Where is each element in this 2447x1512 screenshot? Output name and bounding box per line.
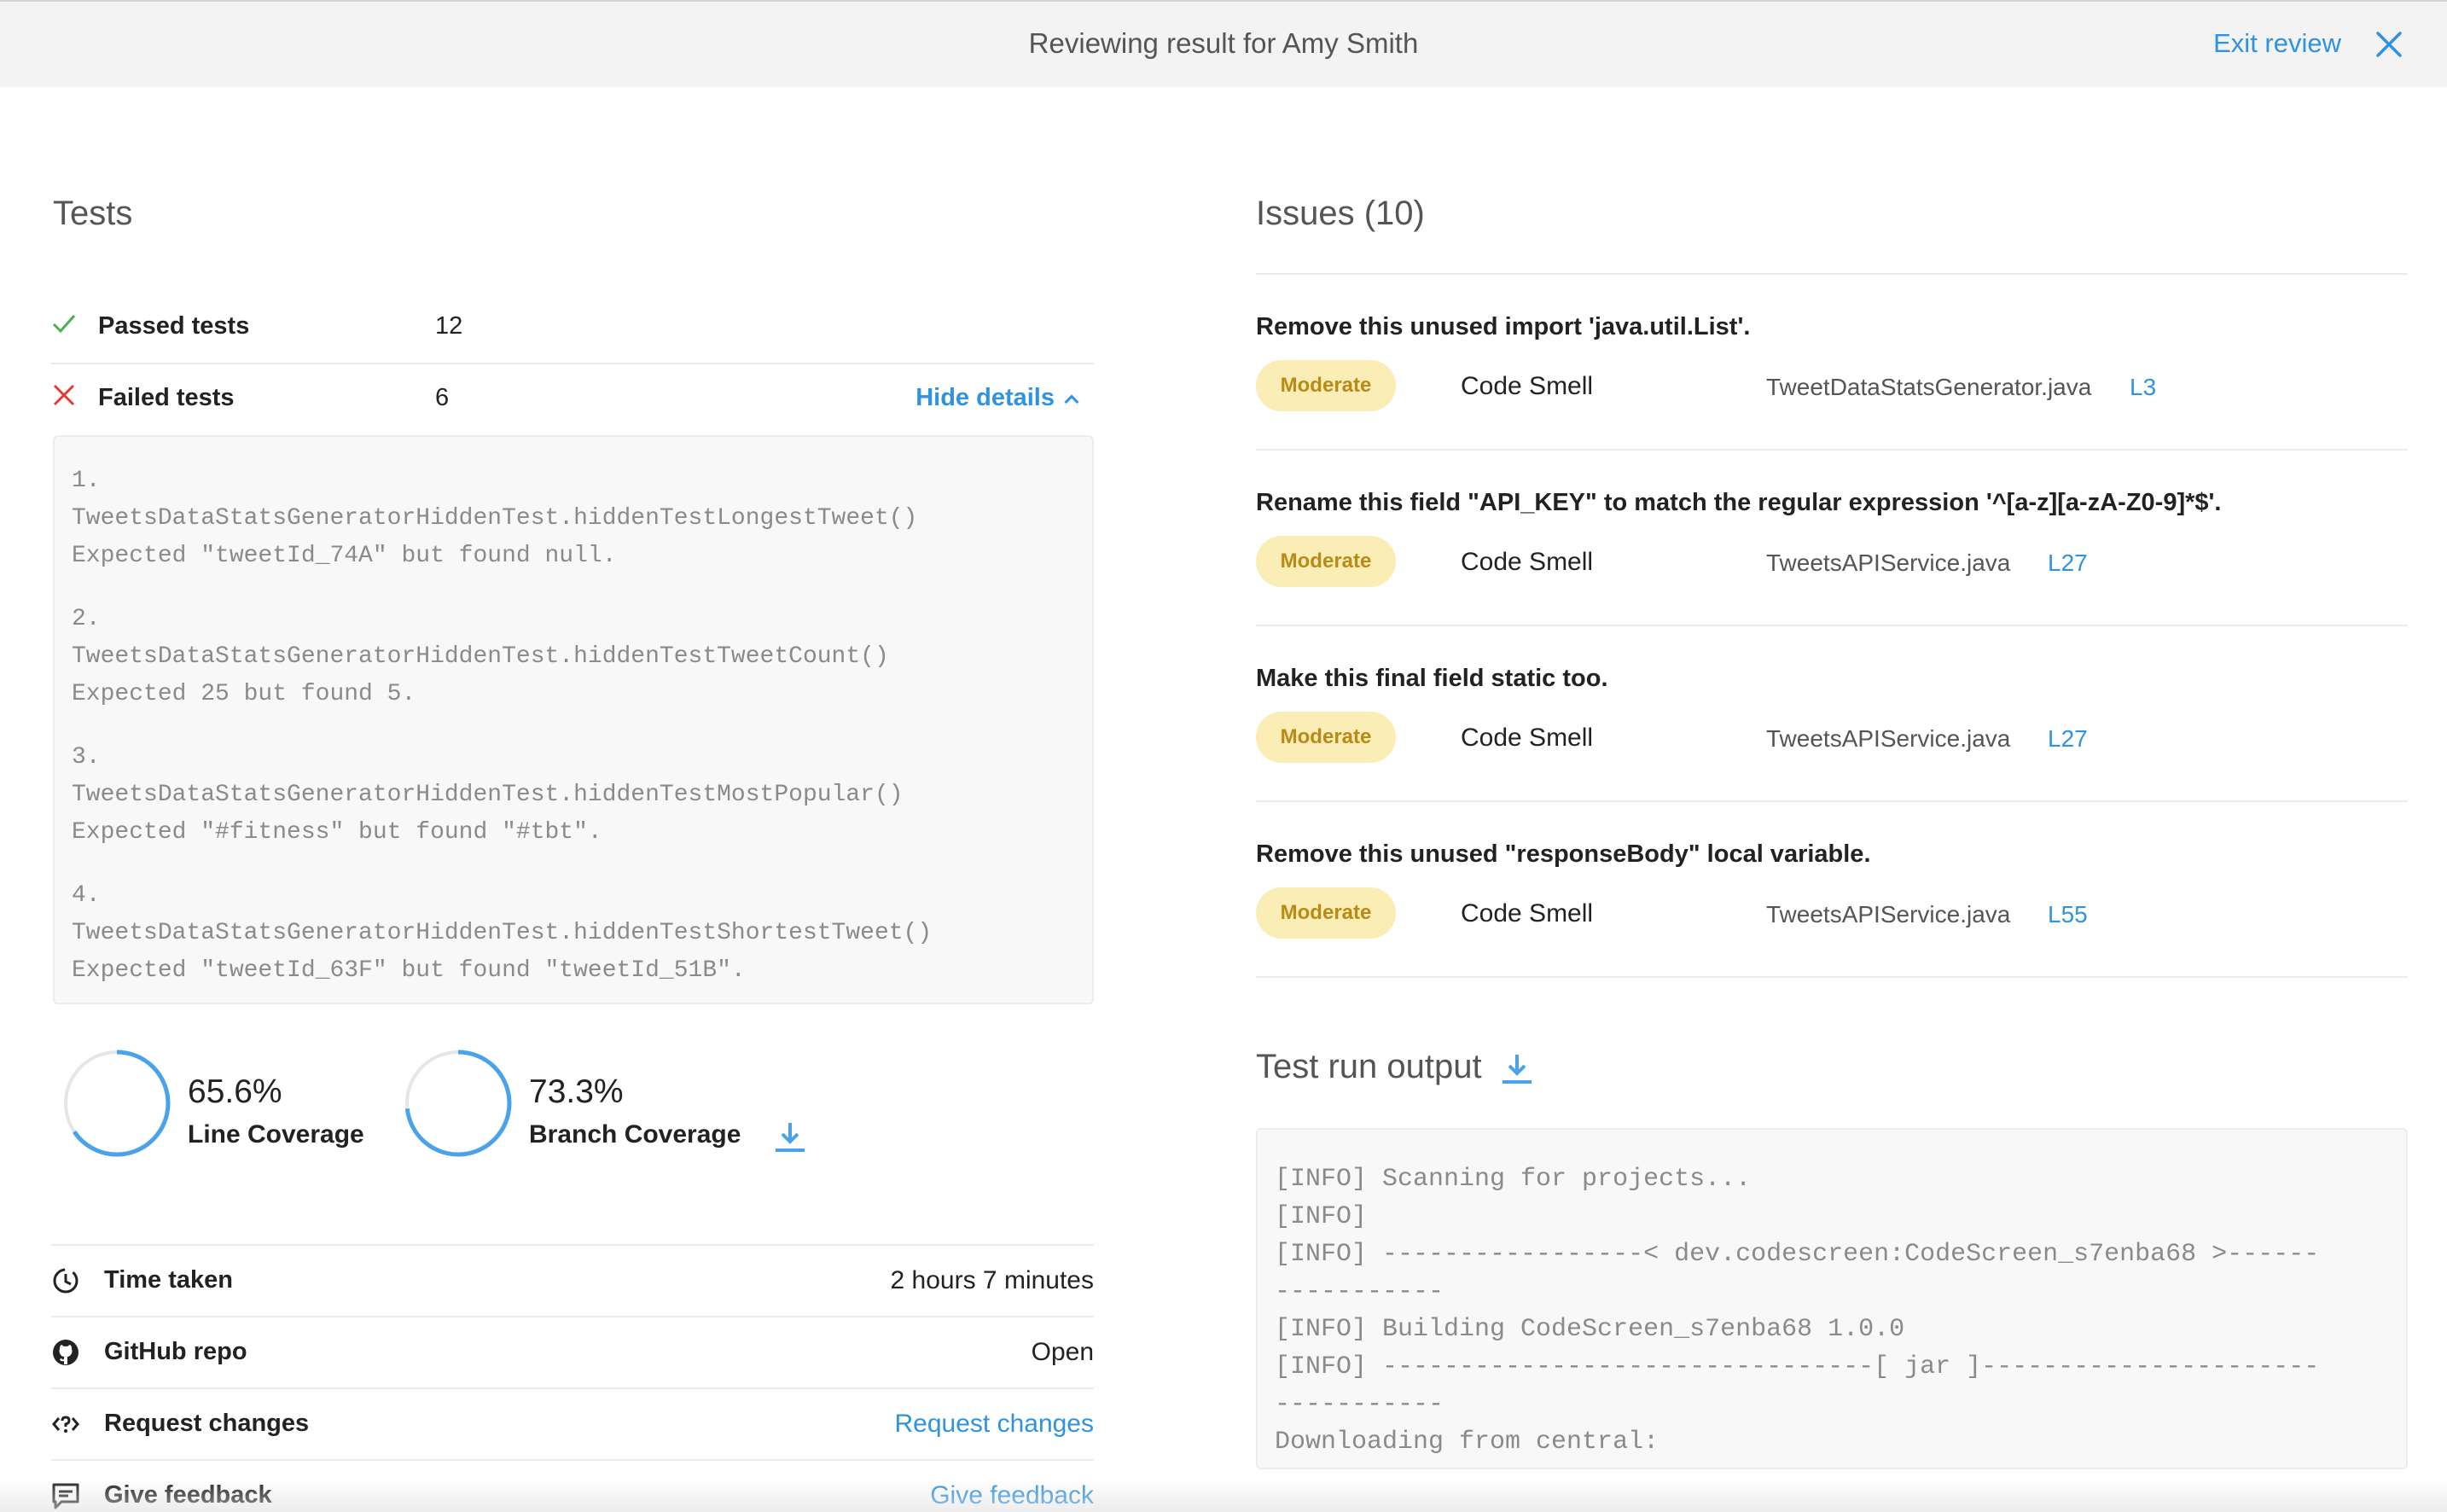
failed-tests-row: Failed tests 6 Hide details [51,372,1094,423]
issue-file: TweetsAPIService.java [1766,901,2011,928]
line-coverage-percent: 65.6% [188,1073,282,1110]
close-icon[interactable] [2375,31,2403,58]
log-line: Downloading from central: [1275,1428,1659,1457]
log-line: [INFO] [1275,1202,1368,1231]
passed-tests-count: 12 [435,312,463,340]
github-repo-open[interactable]: Open [1032,1338,1094,1367]
time-taken-label: Time taken [104,1266,233,1294]
issue-item[interactable]: Remove this unused import 'java.util.Lis… [1256,275,2408,451]
failure-item: 2. TweetsDataStatsGeneratorHiddenTest.hi… [72,606,889,707]
issue-line-link[interactable]: L55 [2048,901,2088,928]
issue-message: Remove this unused import 'java.util.Lis… [1256,313,1751,340]
request-changes-row: Request changes Request changes [51,1387,1094,1459]
issue-type: Code Smell [1461,372,1594,400]
line-coverage-label: Line Coverage [188,1120,364,1149]
exit-review-link[interactable]: Exit review [2213,28,2341,59]
failure-item: 3. TweetsDataStatsGeneratorHiddenTest.hi… [72,744,904,846]
issue-file: TweetsAPIService.java [1766,725,2011,752]
feedback-icon [52,1483,79,1509]
log-line: [INFO] -----------------< dev.codescreen… [1275,1240,2320,1269]
give-feedback-link[interactable]: Give feedback [930,1481,1094,1510]
failed-tests-details: 1. TweetsDataStatsGeneratorHiddenTest.hi… [53,435,1094,1004]
log-line: ----------- [1275,1390,1444,1419]
passed-tests-label: Passed tests [98,312,250,340]
hide-details-button[interactable]: Hide details [915,384,1079,412]
issue-type: Code Smell [1461,899,1594,928]
issue-message: Rename this field "API_KEY" to match the… [1256,489,2222,516]
log-line: [INFO] --------------------------------[… [1275,1352,2320,1381]
failure-item: 1. TweetsDataStatsGeneratorHiddenTest.hi… [72,468,918,569]
log-line: [INFO] Scanning for projects... [1275,1165,1752,1194]
tests-title: Tests [53,195,133,232]
test-output-log[interactable]: [INFO] Scanning for projects... [INFO] [… [1256,1128,2408,1469]
chevron-up-icon [1064,394,1079,410]
issue-message: Remove this unused "responseBody" local … [1256,840,1871,868]
line-coverage-ring [63,1050,171,1157]
issue-line-link[interactable]: L27 [2048,725,2088,753]
log-line: [INFO] Building CodeScreen_s7enba68 1.0.… [1275,1315,1905,1344]
issue-item[interactable]: Remove this unused "responseBody" local … [1256,802,2408,978]
give-feedback-label: Give feedback [104,1481,272,1509]
failure-item: 4. TweetsDataStatsGeneratorHiddenTest.hi… [72,882,933,984]
passed-tests-row: Passed tests 12 [51,300,1094,352]
branch-coverage-label: Branch Coverage [529,1120,741,1149]
severity-badge: Moderate [1256,887,1396,939]
branch-coverage-ring [404,1050,512,1157]
check-icon [52,315,76,334]
request-changes-label: Request changes [104,1410,310,1437]
issue-file: TweetsAPIService.java [1766,550,2011,576]
download-coverage-icon[interactable] [773,1119,807,1154]
issue-message: Make this final field static too. [1256,665,1608,692]
clock-icon [53,1268,78,1294]
github-icon [53,1340,78,1365]
issue-type: Code Smell [1461,548,1594,576]
issue-item[interactable]: Rename this field "API_KEY" to match the… [1256,451,2408,626]
line-coverage: 65.6% Line Coverage [61,1048,386,1159]
cross-icon [53,384,75,406]
time-taken-value: 2 hours 7 minutes [890,1266,1094,1294]
severity-badge: Moderate [1256,536,1396,587]
issue-type: Code Smell [1461,724,1594,752]
failed-tests-count: 6 [435,384,450,411]
request-changes-icon [52,1416,79,1433]
severity-badge: Moderate [1256,712,1396,763]
github-repo-label: GitHub repo [104,1338,247,1365]
branch-coverage: 73.3% Branch Coverage [403,1048,761,1159]
issue-file: TweetDataStatsGenerator.java [1766,374,2092,400]
divider [51,363,1094,364]
branch-coverage-percent: 73.3% [529,1073,624,1110]
log-line: ----------- [1275,1277,1444,1306]
test-output-title: Test run output [1256,1048,1482,1085]
review-header: Reviewing result for Amy Smith Exit revi… [0,0,2447,87]
review-title: Reviewing result for Amy Smith [1028,27,1419,59]
issue-line-link[interactable]: L27 [2048,550,2088,577]
issues-title: Issues (10) [1256,195,1425,232]
give-feedback-row: Give feedback Give feedback [51,1459,1094,1512]
time-taken-row: Time taken 2 hours 7 minutes [51,1244,1094,1316]
download-output-icon[interactable] [1500,1051,1534,1085]
request-changes-link[interactable]: Request changes [895,1410,1095,1439]
failed-tests-label: Failed tests [98,384,235,411]
github-repo-row: GitHub repo Open [51,1316,1094,1387]
hide-details-label: Hide details [915,384,1055,411]
issue-line-link[interactable]: L3 [2130,374,2156,401]
severity-badge: Moderate [1256,360,1396,411]
issue-item[interactable]: Make this final field static too. Modera… [1256,626,2408,802]
